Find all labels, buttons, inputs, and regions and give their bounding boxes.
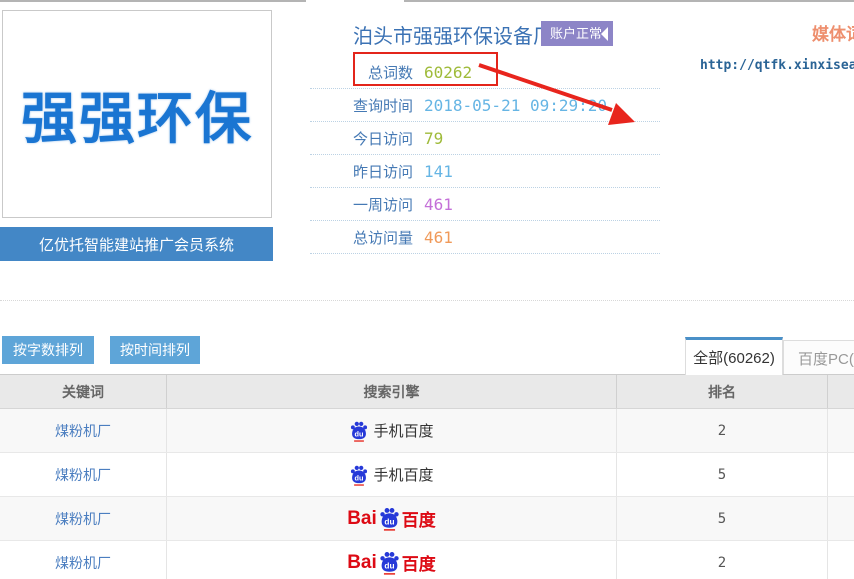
stat-value: 461 (424, 195, 453, 214)
page: 强强环保 亿优托智能建站推广会员系统 泊头市强强环保设备厂 账户正常 媒体词 h… (0, 0, 854, 579)
media-words-heading: 媒体词 (812, 20, 854, 45)
engine-cell: du 手机百度 (167, 409, 617, 452)
keyword-cell: 煤粉机厂 (0, 541, 167, 579)
stat-value: 2018-05-21 09:29:20 (424, 96, 607, 115)
section-divider (0, 300, 854, 301)
rank-cell: 2 (617, 409, 828, 452)
keyword-cell: 煤粉机厂 (0, 497, 167, 540)
tab-baidu-pc[interactable]: 百度PC(30 (783, 340, 854, 375)
extra-cell (828, 453, 854, 496)
account-status-badge: 账户正常 (541, 21, 613, 46)
engine-label: 手机百度 (373, 420, 433, 441)
baidu-paw-icon: du (378, 506, 401, 531)
baidu-logo-text: 百度 (402, 506, 436, 531)
table-row: 煤粉机厂 Bai du 百度 2 (0, 541, 854, 579)
stat-row-today-visits: 今日访问 79 (310, 122, 660, 155)
stat-value: 79 (424, 129, 443, 148)
stat-label: 今日访问 (310, 128, 413, 149)
keyword-cell: 煤粉机厂 (0, 453, 167, 496)
stat-row-total-visits: 总访问量 461 (310, 221, 660, 254)
baidu-paw-icon: du (349, 420, 369, 442)
column-header-rank: 排名 (617, 375, 828, 408)
member-system-banner: 亿优托智能建站推广会员系统 (0, 227, 273, 261)
stat-label: 一周访问 (310, 194, 413, 215)
rank-cell: 5 (617, 453, 828, 496)
engine-cell: Bai du 百度 (167, 497, 617, 540)
rank-cell: 2 (617, 541, 828, 579)
account-status-label: 账户正常 (550, 26, 602, 41)
keyword-table: 关键词 搜索引擎 排名 煤粉机厂 du 手机百度 2 煤粉机厂 (0, 374, 854, 579)
table-header-row: 关键词 搜索引擎 排名 (0, 375, 854, 409)
svg-text:du: du (355, 473, 364, 482)
column-header-extra (828, 375, 854, 408)
annotation-red-box (353, 52, 498, 86)
table-row: 煤粉机厂 du 手机百度 5 (0, 453, 854, 497)
baidu-logo-bai: Bai (347, 552, 377, 574)
svg-text:du: du (355, 429, 364, 438)
stat-value: 461 (424, 228, 453, 247)
company-logo-box: 强强环保 (2, 10, 272, 218)
extra-cell (828, 497, 854, 540)
stat-label: 昨日访问 (310, 161, 413, 182)
engine-cell: Bai du 百度 (167, 541, 617, 579)
sort-by-time-button[interactable]: 按时间排列 (110, 336, 200, 364)
table-row: 煤粉机厂 du 手机百度 2 (0, 409, 854, 453)
company-logo-text: 强强环保 (21, 74, 253, 155)
baidu-paw-icon: du (349, 464, 369, 486)
stat-row-week-visits: 一周访问 461 (310, 188, 660, 221)
svg-text:du: du (384, 561, 394, 571)
extra-cell (828, 541, 854, 579)
stat-row-query-time: 查询时间 2018-05-21 09:29:20 (310, 89, 660, 122)
stat-row-yesterday-visits: 昨日访问 141 (310, 155, 660, 188)
baidu-paw-icon: du (378, 550, 401, 575)
stat-value: 141 (424, 162, 453, 181)
top-border-left (0, 0, 306, 2)
tab-all[interactable]: 全部(60262) (685, 337, 783, 375)
site-url-link[interactable]: http://qtfk.xinxisea. (700, 58, 854, 73)
baidu-logo-text: 百度 (402, 550, 436, 575)
baidu-logo-bai: Bai (347, 508, 377, 530)
extra-cell (828, 409, 854, 452)
table-row: 煤粉机厂 Bai du 百度 5 (0, 497, 854, 541)
keyword-cell: 煤粉机厂 (0, 409, 167, 452)
svg-text:du: du (384, 517, 394, 527)
engine-cell: du 手机百度 (167, 453, 617, 496)
sort-by-words-button[interactable]: 按字数排列 (2, 336, 94, 364)
stat-label: 总访问量 (310, 227, 413, 248)
page-title: 泊头市强强环保设备厂 (353, 20, 553, 49)
stat-label: 查询时间 (310, 95, 413, 116)
badge-ribbon-notch-icon (601, 27, 608, 41)
engine-label: 手机百度 (373, 464, 433, 485)
column-header-keyword: 关键词 (0, 375, 167, 408)
top-border-right (404, 0, 854, 2)
rank-cell: 5 (617, 497, 828, 540)
column-header-engine: 搜索引擎 (167, 375, 617, 408)
